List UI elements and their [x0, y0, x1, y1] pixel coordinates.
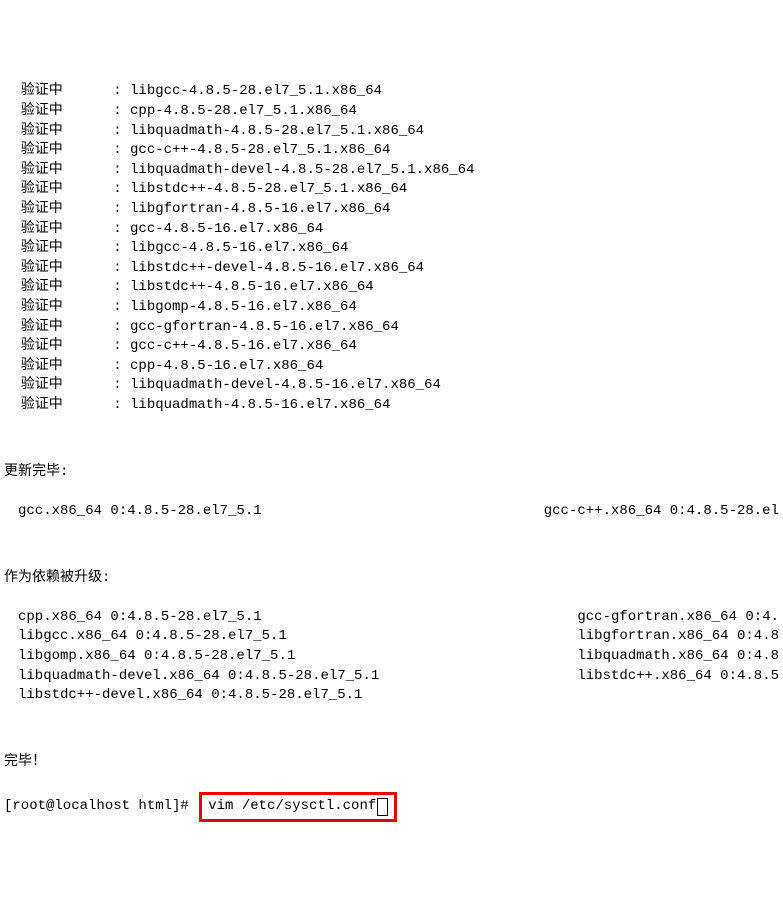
- verif-line: 验证中 : libgcc-4.8.5-28.el7_5.1.x86_64: [4, 82, 779, 102]
- deps-row: libquadmath-devel.x86_64 0:4.8.5-28.el7_…: [4, 667, 779, 687]
- updated-left: gcc.x86_64 0:4.8.5-28.el7_5.1: [4, 502, 262, 522]
- command-highlight-box: vim /etc/sysctl.conf: [199, 792, 397, 822]
- verif-line: 验证中 : gcc-gfortran-4.8.5-16.el7.x86_64: [4, 318, 779, 338]
- deps-left: libgcc.x86_64 0:4.8.5-28.el7_5.1: [4, 627, 287, 647]
- prompt-line[interactable]: [root@localhost html]# vim /etc/sysctl.c…: [4, 792, 779, 822]
- deps-row: libgomp.x86_64 0:4.8.5-28.el7_5.1 libquad…: [4, 647, 779, 667]
- command-text: vim /etc/sysctl.conf: [208, 797, 376, 817]
- verif-line: 验证中 : libgomp-4.8.5-16.el7.x86_64: [4, 298, 779, 318]
- verification-list: 验证中 : libgcc-4.8.5-28.el7_5.1.x86_64 验证中…: [4, 82, 779, 415]
- cursor-icon: [377, 798, 388, 816]
- verif-line: 验证中 : libstdc++-devel-4.8.5-16.el7.x86_6…: [4, 259, 779, 279]
- verif-line: 验证中 : libquadmath-4.8.5-28.el7_5.1.x86_6…: [4, 122, 779, 142]
- deps-right: libquadmath.x86_64 0:4.8: [577, 647, 779, 667]
- deps-right: gcc-gfortran.x86_64 0:4.: [577, 608, 779, 628]
- updated-header: 更新完毕:: [4, 463, 779, 483]
- deps-list: cpp.x86_64 0:4.8.5-28.el7_5.1 gcc-gfortra…: [4, 608, 779, 706]
- done-text: 完毕！: [4, 753, 779, 773]
- prompt-prefix: [root@localhost html]#: [4, 797, 197, 817]
- deps-left: libquadmath-devel.x86_64 0:4.8.5-28.el7_…: [4, 667, 379, 687]
- verif-line: 验证中 : libquadmath-devel-4.8.5-16.el7.x86…: [4, 376, 779, 396]
- verif-line: 验证中 : gcc-c++-4.8.5-28.el7_5.1.x86_64: [4, 141, 779, 161]
- verif-line: 验证中 : libgcc-4.8.5-16.el7.x86_64: [4, 239, 779, 259]
- verif-line: 验证中 : libquadmath-devel-4.8.5-28.el7_5.1…: [4, 161, 779, 181]
- verif-line: 验证中 : libquadmath-4.8.5-16.el7.x86_64: [4, 396, 779, 416]
- updated-row: gcc.x86_64 0:4.8.5-28.el7_5.1 gcc-c++.x8…: [4, 502, 779, 522]
- deps-row: libstdc++-devel.x86_64 0:4.8.5-28.el7_5.…: [4, 686, 779, 706]
- updated-right: gcc-c++.x86_64 0:4.8.5-28.el: [544, 502, 779, 522]
- deps-left: libstdc++-devel.x86_64 0:4.8.5-28.el7_5.…: [4, 686, 362, 706]
- deps-left: libgomp.x86_64 0:4.8.5-28.el7_5.1: [4, 647, 295, 667]
- verif-line: 验证中 : gcc-c++-4.8.5-16.el7.x86_64: [4, 337, 779, 357]
- verif-line: 验证中 : libstdc++-4.8.5-16.el7.x86_64: [4, 278, 779, 298]
- deps-row: libgcc.x86_64 0:4.8.5-28.el7_5.1 libgfort…: [4, 627, 779, 647]
- verif-line: 验证中 : libgfortran-4.8.5-16.el7.x86_64: [4, 200, 779, 220]
- verif-line: 验证中 : cpp-4.8.5-28.el7_5.1.x86_64: [4, 102, 779, 122]
- verif-line: 验证中 : gcc-4.8.5-16.el7.x86_64: [4, 220, 779, 240]
- deps-row: cpp.x86_64 0:4.8.5-28.el7_5.1 gcc-gfortra…: [4, 608, 779, 628]
- deps-header: 作为依赖被升级:: [4, 569, 779, 589]
- verif-line: 验证中 : libstdc++-4.8.5-28.el7_5.1.x86_64: [4, 180, 779, 200]
- deps-right: libgfortran.x86_64 0:4.8: [577, 627, 779, 647]
- verif-line: 验证中 : cpp-4.8.5-16.el7.x86_64: [4, 357, 779, 377]
- deps-right: libstdc++.x86_64 0:4.8.5: [577, 667, 779, 687]
- deps-left: cpp.x86_64 0:4.8.5-28.el7_5.1: [4, 608, 262, 628]
